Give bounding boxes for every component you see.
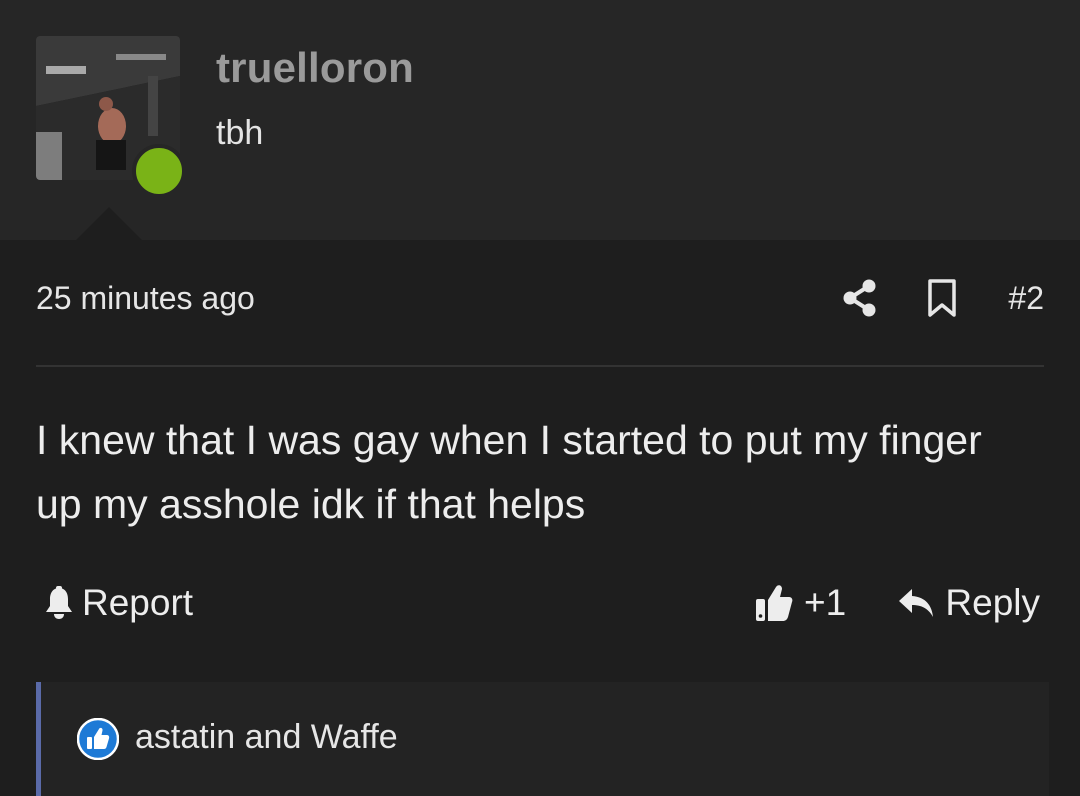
header-pointer [76,207,142,240]
post-timestamp[interactable]: 25 minutes ago [36,280,255,317]
like-reaction-icon [77,718,119,760]
reply-button[interactable]: Reply [897,582,1040,624]
post-meta: 25 minutes ago #2 [36,278,1044,324]
report-label: Report [82,582,194,623]
like-count: +1 [804,582,847,623]
share-icon[interactable] [842,278,878,318]
reply-arrow-icon [899,589,934,617]
post-page: truelloron tbh 25 minutes ago #2 I knew … [0,0,1080,796]
post-meta-actions: #2 [842,278,1044,318]
user-title: tbh [216,114,264,152]
reactions-bar[interactable]: astatin and Waffe [36,682,1049,796]
divider [36,365,1044,367]
avatar-container[interactable] [36,36,186,198]
post-number[interactable]: #2 [1008,280,1044,317]
like-button[interactable]: +1 [754,582,846,624]
thumbs-up-icon [756,585,793,621]
bell-icon [46,586,72,619]
username[interactable]: truelloron [216,44,414,92]
reaction-users[interactable]: astatin and Waffe [135,718,398,757]
user-header: truelloron tbh [0,0,1080,240]
post-message: I knew that I was gay when I started to … [36,417,982,527]
bookmark-icon[interactable] [926,278,958,318]
online-status-indicator [132,144,186,198]
reply-label: Reply [945,582,1040,623]
report-button[interactable]: Report [44,582,193,624]
post-footer: Report +1 Reply [36,582,1044,632]
post-card: 25 minutes ago #2 I knew that I was gay … [0,240,1080,796]
